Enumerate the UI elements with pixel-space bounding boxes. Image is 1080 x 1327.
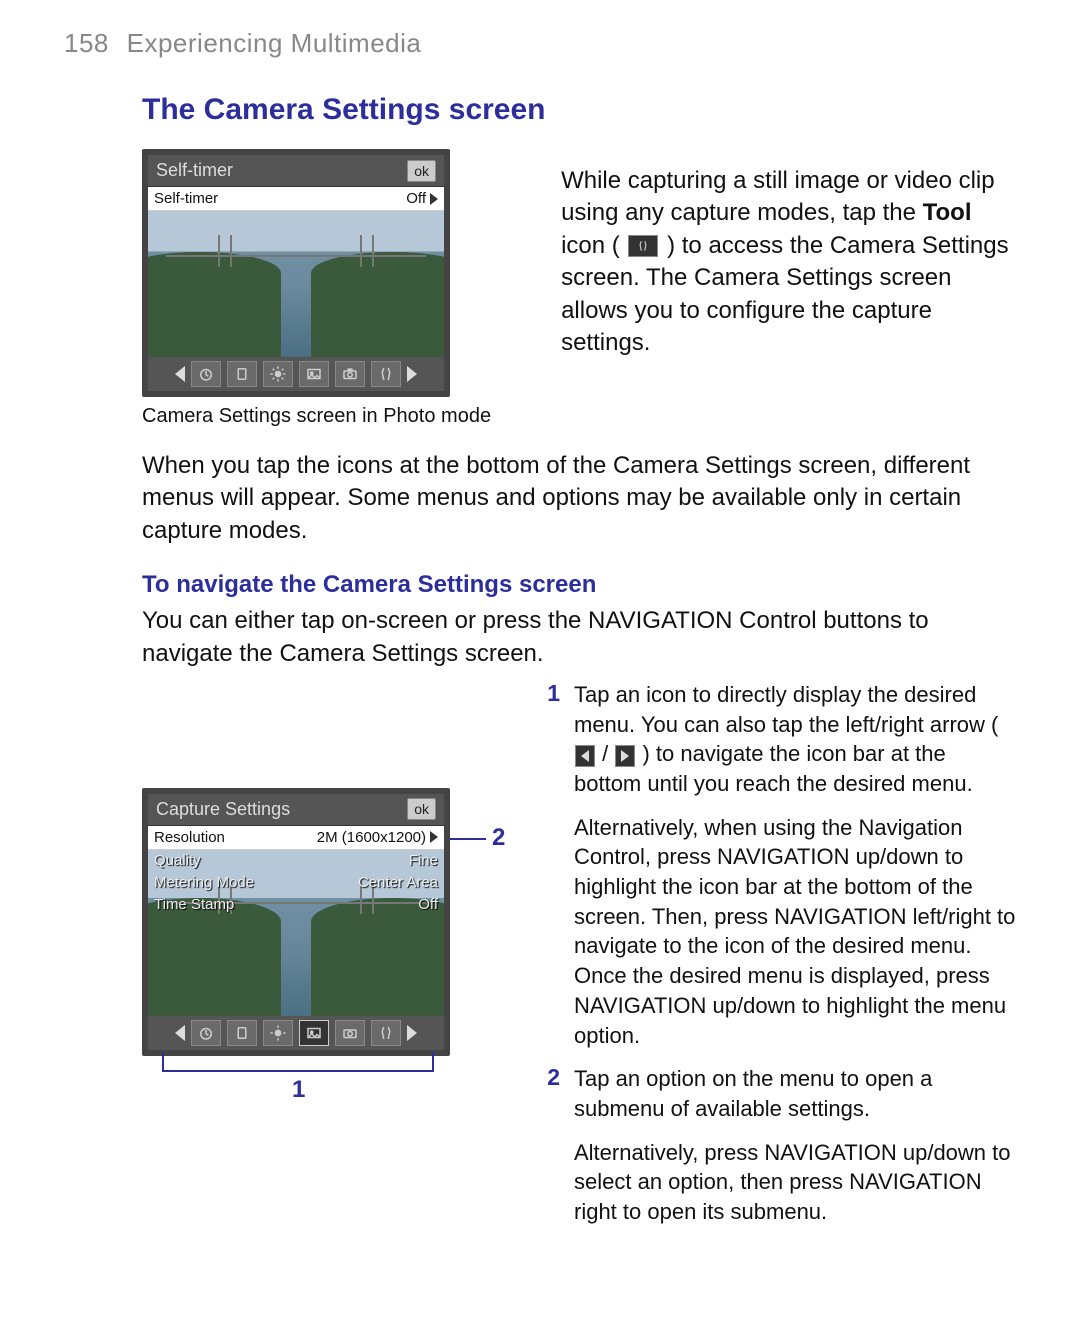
intro-text-2: icon (: [561, 232, 626, 259]
step1-p1a: Tap an icon to directly display the desi…: [574, 682, 998, 737]
camera-title-text: Self-timer: [156, 160, 233, 181]
steps-column: 1 Tap an icon to directly display the de…: [542, 680, 1016, 1241]
row-label: Time Stamp: [154, 896, 234, 913]
step-number: 1: [542, 680, 560, 1050]
row-label: Quality: [154, 852, 201, 869]
camera-icon[interactable]: [335, 1020, 365, 1046]
camera-titlebar: Self-timer ok: [148, 155, 444, 187]
subheading: To navigate the Camera Settings screen: [142, 571, 1016, 599]
figure-1: Self-timer ok Self-timer Off: [142, 149, 491, 428]
camera-icon[interactable]: [335, 361, 365, 387]
iconbar-left-arrow[interactable]: [175, 1025, 185, 1041]
step-1: 1 Tap an icon to directly display the de…: [542, 680, 1016, 1050]
menu-row-resolution[interactable]: Resolution 2M (1600x1200): [148, 826, 444, 850]
manual-page: 158 Experiencing Multimedia The Camera S…: [0, 0, 1080, 1301]
brightness-icon[interactable]: [263, 1020, 293, 1046]
camera-viewport-2: Resolution 2M (1600x1200) Quality Fine M…: [148, 826, 444, 1016]
step1-p1b: /: [596, 741, 614, 766]
row-label: Resolution: [154, 829, 225, 846]
image-icon[interactable]: [299, 361, 329, 387]
camera-settings-widget: Self-timer ok Self-timer Off: [142, 149, 450, 397]
row-value: 2M (1600x1200): [317, 829, 426, 846]
callout-2: 2: [492, 824, 505, 852]
right-arrow-icon: [615, 745, 635, 767]
ok-button[interactable]: ok: [407, 160, 436, 182]
storage-icon[interactable]: [227, 1020, 257, 1046]
camera-title-text-2: Capture Settings: [156, 799, 290, 820]
timer-icon[interactable]: [191, 1020, 221, 1046]
section-name: Experiencing Multimedia: [127, 28, 422, 58]
mid-paragraph: When you tap the icons at the bottom of …: [142, 450, 1016, 547]
callout-2-line: [450, 838, 486, 840]
row-value: Off: [418, 896, 438, 913]
timer-icon[interactable]: [191, 361, 221, 387]
figure-1-caption: Camera Settings screen in Photo mode: [142, 405, 491, 428]
row-value: Center Area: [358, 874, 438, 891]
step2-p1: Tap an option on the menu to open a subm…: [574, 1066, 932, 1121]
ok-button-2[interactable]: ok: [407, 798, 436, 820]
page-number: 158: [64, 28, 109, 58]
intro-paragraph: While capturing a still image or video c…: [561, 165, 1016, 359]
figure-2-column: Capture Settings ok Resolution 2M (1600x…: [142, 680, 502, 1056]
iconbar-right-arrow[interactable]: [407, 1025, 417, 1041]
callout-1: 1: [292, 1076, 305, 1104]
iconbar-left-arrow[interactable]: [175, 366, 185, 382]
image-icon[interactable]: [299, 1020, 329, 1046]
tool-icon: [628, 235, 658, 257]
intro-bold: Tool: [923, 199, 972, 226]
callout-1-bracket: [162, 1052, 434, 1072]
storage-icon[interactable]: [227, 361, 257, 387]
menu-row-quality[interactable]: Quality Fine: [148, 850, 444, 872]
camera-viewport: Self-timer Off: [148, 187, 444, 357]
left-arrow-icon: [575, 745, 595, 767]
chevron-right-icon: [430, 831, 438, 843]
capture-settings-widget: Capture Settings ok Resolution 2M (1600x…: [142, 788, 450, 1056]
tools-icon[interactable]: [371, 1020, 401, 1046]
camera-icon-bar: [148, 357, 444, 391]
step-number: 2: [542, 1064, 560, 1226]
sub-intro: You can either tap on-screen or press th…: [142, 605, 1016, 670]
row-value: Fine: [409, 852, 438, 869]
page-title: The Camera Settings screen: [142, 93, 1016, 127]
chevron-right-icon: [430, 193, 438, 205]
step2-p2: Alternatively, press NAVIGATION up/down …: [574, 1138, 1016, 1227]
iconbar-right-arrow[interactable]: [407, 366, 417, 382]
camera-icon-bar-2: [148, 1016, 444, 1050]
menu-row-timestamp[interactable]: Time Stamp Off: [148, 894, 444, 916]
row-label: Self-timer: [154, 190, 218, 207]
step-2: 2 Tap an option on the menu to open a su…: [542, 1064, 1016, 1226]
row-label: Metering Mode: [154, 874, 254, 891]
tools-icon[interactable]: [371, 361, 401, 387]
brightness-icon[interactable]: [263, 361, 293, 387]
step1-p2: Alternatively, when using the Navigation…: [574, 813, 1016, 1051]
menu-row-self-timer[interactable]: Self-timer Off: [148, 187, 444, 211]
camera-titlebar-2: Capture Settings ok: [148, 794, 444, 826]
row-value: Off: [406, 190, 426, 207]
running-header: 158 Experiencing Multimedia: [64, 28, 1016, 59]
menu-row-metering[interactable]: Metering Mode Center Area: [148, 872, 444, 894]
